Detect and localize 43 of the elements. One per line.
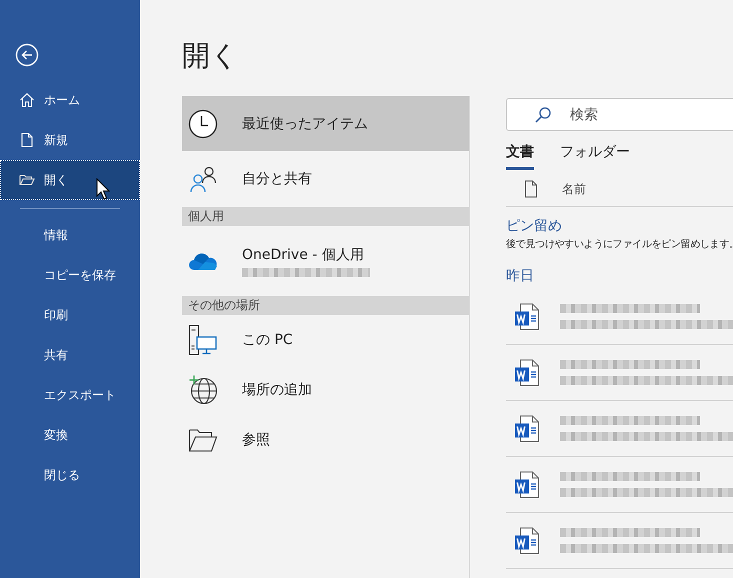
word-document-icon: [514, 302, 540, 330]
section-header: 個人用: [182, 207, 469, 226]
document-icon: [524, 180, 538, 198]
folder-icon: [19, 172, 35, 188]
home-icon: [19, 92, 35, 108]
place-item[interactable]: 自分と共有: [182, 151, 469, 207]
place-item[interactable]: 最近使ったアイテム: [182, 96, 469, 151]
section-title: 昨日: [506, 267, 535, 285]
folder-icon: [188, 427, 218, 453]
word-document-icon: [514, 358, 540, 386]
sidebar-item[interactable]: エクスポート: [0, 375, 140, 415]
sidebar-item[interactable]: 印刷: [0, 295, 140, 335]
word-document-icon: [514, 526, 540, 554]
hint-text: 後で見つけやすいようにファイルをピン留めします。: [506, 238, 733, 251]
people-icon: [188, 164, 218, 194]
document-icon: [19, 132, 35, 148]
clock-icon: [188, 108, 218, 138]
place-item[interactable]: 参照: [182, 415, 469, 465]
tab[interactable]: 文書: [506, 139, 534, 170]
section-header: その他の場所: [182, 296, 469, 315]
sidebar-item[interactable]: 変換: [0, 415, 140, 455]
sidebar-item[interactable]: 共有: [0, 335, 140, 375]
word-document-icon: [514, 414, 540, 442]
sidebar-item[interactable]: ホーム: [0, 80, 140, 120]
page-title: 開く: [182, 38, 240, 74]
cloud-icon: [188, 251, 218, 271]
place-item[interactable]: この PC: [182, 315, 469, 365]
sidebar-item[interactable]: 情報: [0, 215, 140, 255]
sidebar-item[interactable]: 開く: [0, 160, 140, 200]
sidebar-item[interactable]: 閉じる: [0, 455, 140, 495]
column-header: 名前: [562, 180, 586, 198]
place-item[interactable]: OneDrive - 個人用: [182, 226, 469, 296]
sidebar-item[interactable]: 新規: [0, 120, 140, 160]
sidebar-item[interactable]: コピーを保存: [0, 255, 140, 295]
mouse-pointer-icon: [96, 178, 110, 200]
place-item[interactable]: 場所の追加: [182, 365, 469, 415]
globe-plus-icon: [188, 375, 218, 405]
back-button[interactable]: [15, 43, 39, 67]
section-title: ピン留め: [506, 217, 563, 235]
search-field[interactable]: 検索: [506, 98, 733, 131]
computer-icon: [188, 324, 218, 356]
tab[interactable]: フォルダー: [560, 139, 630, 170]
word-document-icon: [514, 470, 540, 498]
